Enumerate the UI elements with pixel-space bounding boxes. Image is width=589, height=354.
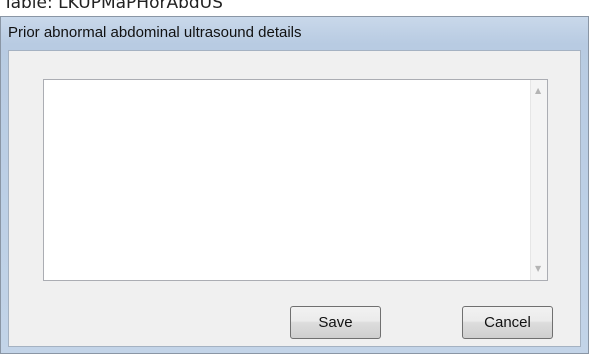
dialog-titlebar[interactable]: Prior abnormal abdominal ultrasound deta… [1,17,588,49]
scroll-up-arrow-icon[interactable]: ▲ [535,87,541,95]
backdrop-caption: Table: LKUPMaPHorAbdUS [3,0,223,13]
details-dialog: Prior abnormal abdominal ultrasound deta… [0,16,589,354]
save-button[interactable]: Save [290,306,381,339]
details-textarea[interactable]: ▲ ▼ [43,79,548,281]
vertical-scrollbar[interactable]: ▲ ▼ [530,80,547,280]
scroll-down-arrow-icon[interactable]: ▼ [535,265,541,273]
dialog-title: Prior abnormal abdominal ultrasound deta… [8,24,302,41]
cancel-button[interactable]: Cancel [462,306,553,339]
dialog-client-area: ▲ ▼ Save Cancel [8,50,581,347]
